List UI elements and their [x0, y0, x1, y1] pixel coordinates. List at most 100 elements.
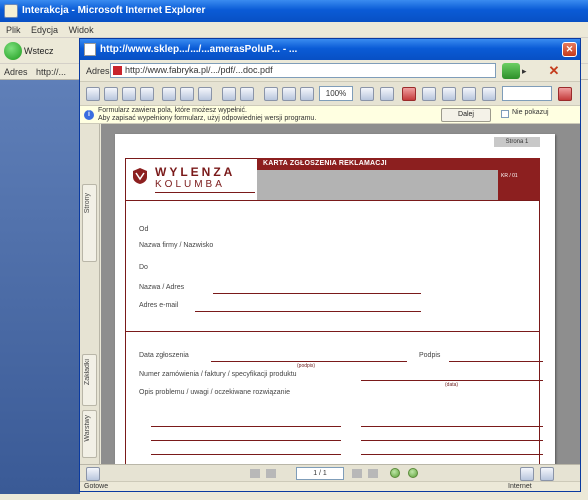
popup-titlebar[interactable]: http://www.sklep.../.../...amerasPoluP..… [80, 39, 580, 60]
email-field-line[interactable] [195, 311, 421, 312]
popup-address-toolbar: Adres http://www.fabryka.pl/.../pdf/...d… [80, 60, 580, 82]
zoom-out-icon[interactable] [222, 87, 236, 101]
page-badge: Strona 1 [494, 137, 540, 147]
pdf-popup-window: http://www.sklep.../.../...amerasPoluP..… [79, 38, 581, 492]
header-code-text: KR / 01 [501, 173, 518, 179]
background-status-bar [0, 494, 588, 500]
address-label: Adres [86, 66, 110, 76]
form-message-bar: i Formularz zawiera pola, które możesz w… [80, 106, 580, 124]
date-field-line[interactable] [211, 361, 407, 362]
field-label-date: Data zgłoszenia [139, 352, 189, 359]
back-arrow-icon[interactable] [4, 42, 22, 60]
signature-field-line[interactable] [449, 361, 543, 362]
tools-icon[interactable] [442, 87, 456, 101]
fit-width-icon[interactable] [282, 87, 296, 101]
next-view-icon[interactable] [380, 87, 394, 101]
stop-icon[interactable]: ✕ [546, 63, 562, 79]
go-back-view-icon[interactable] [390, 468, 400, 478]
highlight-fields-checkbox[interactable] [501, 110, 509, 118]
last-page-icon[interactable] [368, 469, 378, 478]
go-arrow-icon[interactable]: ▸ [522, 66, 527, 77]
page-layout-icon[interactable] [482, 87, 496, 101]
sign-icon[interactable] [402, 87, 416, 101]
continuous-page-icon[interactable] [540, 467, 554, 481]
message-action-button[interactable]: Dalej [441, 108, 491, 122]
description-line-1-right[interactable] [361, 426, 543, 427]
help-icon[interactable] [422, 87, 436, 101]
fit-page-icon[interactable] [264, 87, 278, 101]
go-button[interactable] [502, 63, 520, 79]
description-line-2-right[interactable] [361, 440, 543, 441]
menu-item-file[interactable]: Plik [6, 25, 21, 35]
previous-page-icon[interactable] [266, 469, 276, 478]
logo-underline [155, 192, 255, 193]
signature-hint: (podpis) [297, 363, 316, 369]
logo-text-line-2: KOLUMBA [155, 179, 225, 190]
field-label-company: Nazwa firmy / Nazwisko [139, 242, 214, 249]
background-window-title: Interakcja - Microsoft Internet Explorer [22, 5, 206, 16]
field-label-address: Nazwa / Adres [139, 284, 185, 291]
field-label-signature: Podpis [419, 352, 441, 359]
search-icon[interactable] [140, 87, 154, 101]
pdf-navigation-bar: 1 / 1 [80, 464, 580, 481]
address-field-line[interactable] [213, 293, 421, 294]
save-icon[interactable] [86, 87, 100, 101]
document-icon [84, 43, 96, 56]
popup-title: http://www.sklep.../.../...amerasPoluP..… [100, 44, 298, 55]
description-line-2-left[interactable] [151, 440, 341, 441]
message-line-1: Formularz zawiera pola, które możesz wyp… [98, 107, 247, 114]
hide-panel-icon[interactable] [86, 467, 100, 481]
header-gray-block [257, 170, 498, 200]
description-line-3-left[interactable] [151, 454, 341, 455]
zoom-level-field[interactable]: 100% [319, 86, 353, 101]
header-divider [125, 200, 540, 201]
next-page-icon[interactable] [352, 469, 362, 478]
tab-bookmarks-label: Zakładki [84, 359, 91, 386]
rotate-icon[interactable] [300, 87, 314, 101]
pdf-page: Strona 1 WYLENZA KOLUMBA KARTA ZGŁOSZENI… [115, 134, 555, 464]
ie-page-icon [4, 4, 18, 18]
description-line-1-left[interactable] [151, 426, 341, 427]
go-forward-view-icon[interactable] [408, 468, 418, 478]
info-icon: i [84, 110, 94, 120]
single-page-icon[interactable] [520, 467, 534, 481]
print-icon[interactable] [104, 87, 118, 101]
logo-text-line-1: WYLENZA [155, 165, 236, 179]
document-canvas[interactable]: Strona 1 WYLENZA KOLUMBA KARTA ZGŁOSZENI… [101, 124, 580, 464]
date-hint: (data) [445, 382, 459, 388]
field-label-description: Opis problemu / uwagi / oczekiwane rozwi… [139, 389, 290, 396]
menu-item-edit[interactable]: Edycja [31, 25, 58, 35]
status-zone: Internet [508, 483, 532, 490]
address-input[interactable]: http://www.fabryka.pl/.../pdf/...doc.pdf [110, 63, 496, 78]
close-icon[interactable]: ✕ [562, 42, 577, 57]
tab-pages[interactable]: Strony [82, 184, 97, 262]
field-label-email: Adres e-mail [139, 302, 179, 309]
zoom-in-icon[interactable] [240, 87, 254, 101]
tab-layers[interactable]: Warstwy [82, 410, 97, 458]
pdf-file-icon [113, 66, 122, 75]
zoom-dropdown-icon[interactable] [360, 87, 374, 101]
company-logo-icon [133, 168, 147, 184]
tab-layers-label: Warstwy [84, 415, 91, 442]
popup-status-bar: Gotowe Internet [80, 481, 580, 491]
page-number-field[interactable]: 1 / 1 [296, 467, 344, 480]
select-tool-icon[interactable] [162, 87, 176, 101]
background-window-titlebar[interactable]: Interakcja - Microsoft Internet Explorer [0, 0, 588, 22]
background-address-value[interactable]: http://... [36, 67, 66, 77]
menu-item-view[interactable]: Widok [69, 25, 94, 35]
back-button-label[interactable]: Wstecz [24, 46, 54, 56]
first-page-icon[interactable] [250, 469, 260, 478]
highlight-fields-label: Nie pokazuj [512, 109, 549, 116]
navigation-side-panel: Strony Zakładki Warstwy [80, 124, 100, 464]
snapshot-tool-icon[interactable] [198, 87, 212, 101]
field-label-from: Od [139, 226, 149, 233]
field-label-to: Do [139, 264, 148, 271]
description-line-3-right[interactable] [361, 454, 543, 455]
comment-icon[interactable] [462, 87, 476, 101]
tab-bookmarks[interactable]: Zakładki [82, 354, 97, 406]
pdf-toolbar: 100% [80, 82, 580, 106]
hand-tool-icon[interactable] [180, 87, 194, 101]
order-field-line[interactable] [361, 380, 543, 381]
email-icon[interactable] [122, 87, 136, 101]
find-input[interactable] [502, 86, 552, 101]
